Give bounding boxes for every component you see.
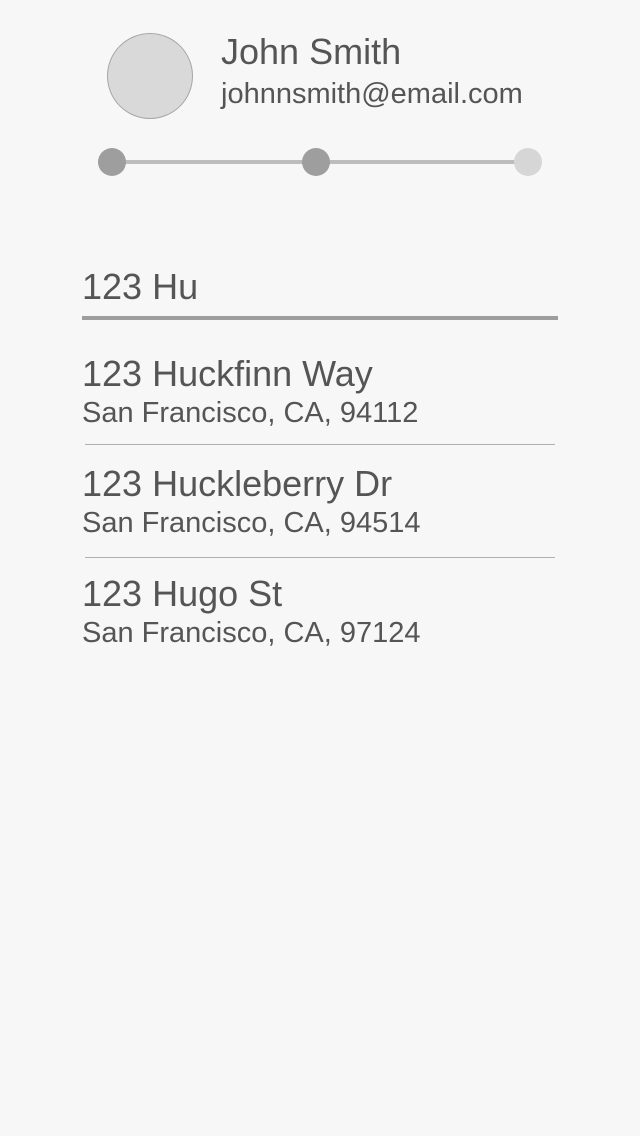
step-2-indicator: [302, 148, 330, 176]
address-suggestion[interactable]: 123 Huckleberry Dr San Francisco, CA, 94…: [82, 463, 556, 563]
user-email: johnnsmith@email.com: [221, 78, 523, 110]
suggestion-street: 123 Huckfinn Way: [82, 353, 373, 394]
divider: [85, 444, 555, 445]
address-suggestion[interactable]: 123 Huckfinn Way San Francisco, CA, 9411…: [82, 353, 556, 453]
suggestion-city: San Francisco, CA, 94112: [82, 397, 419, 429]
divider: [85, 557, 555, 558]
address-suggestion[interactable]: 123 Hugo St San Francisco, CA, 97124: [82, 573, 556, 673]
step-1-indicator: [98, 148, 126, 176]
step-3-indicator: [514, 148, 542, 176]
suggestion-city: San Francisco, CA, 94514: [82, 507, 421, 539]
suggestion-street: 123 Hugo St: [82, 573, 283, 614]
suggestion-city: San Francisco, CA, 97124: [82, 617, 421, 649]
suggestion-street: 123 Huckleberry Dr: [82, 463, 393, 504]
address-search-input[interactable]: [82, 258, 558, 320]
user-name: John Smith: [221, 31, 402, 72]
avatar[interactable]: [107, 33, 193, 119]
